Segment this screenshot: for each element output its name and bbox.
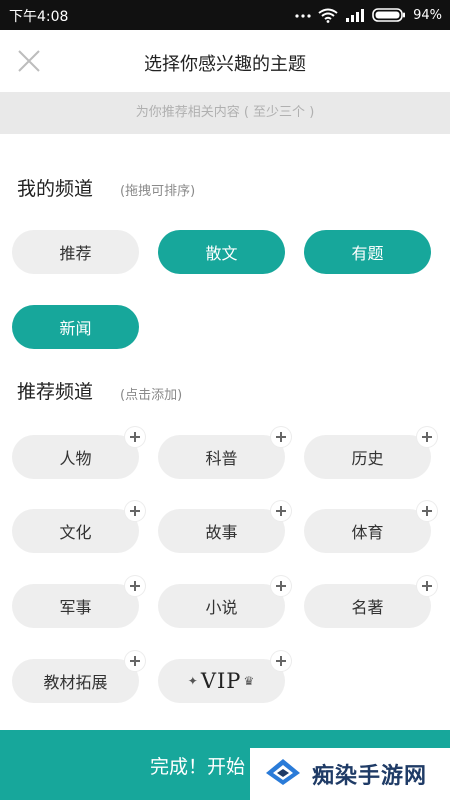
rec-channel-culture[interactable]: 文化 [12, 501, 145, 553]
chip-label: 故事 [205, 523, 238, 542]
chip-label: 文化 [59, 523, 92, 542]
my-channels-title: 我的频道 [17, 178, 94, 200]
rec-channel-military[interactable]: 军事 [12, 576, 145, 628]
status-time: 下午4:08 [9, 9, 69, 25]
signal-icon [345, 8, 365, 22]
watermark: 痴染手游网 [250, 748, 450, 800]
plus-icon[interactable] [125, 427, 145, 447]
plus-icon[interactable] [271, 576, 291, 596]
plus-icon[interactable] [417, 501, 437, 521]
rec-channel-textbook[interactable]: 教材拓展 [12, 651, 145, 703]
plus-icon[interactable] [125, 501, 145, 521]
done-start-label: 完成！开始 [150, 756, 246, 778]
chip-label: 历史 [351, 449, 384, 468]
wifi-icon [318, 8, 338, 23]
vip-logo: ✦ VIP ♛ [188, 669, 255, 693]
chip-label: 军事 [59, 598, 92, 617]
status-bar: 下午4:08 94% [0, 0, 450, 30]
plus-icon[interactable] [125, 651, 145, 671]
chip-label: 散文 [205, 244, 238, 263]
my-channels-hint: (拖拽可排序) [120, 184, 196, 199]
battery-percent: 94% [413, 7, 442, 23]
plus-icon[interactable] [125, 576, 145, 596]
chip-label: 体育 [351, 523, 384, 542]
chip-label: 有题 [351, 244, 384, 263]
chip-label: 教材拓展 [43, 673, 108, 692]
crown-icon: ♛ [243, 674, 256, 688]
chip-label: 科普 [205, 449, 238, 468]
plus-icon[interactable] [271, 501, 291, 521]
page-title: 选择你感兴趣的主题 [144, 54, 306, 75]
rec-channel-science[interactable]: 科普 [158, 427, 291, 479]
chip-label: 人物 [59, 449, 92, 468]
my-channel-essay[interactable]: 散文 [158, 230, 285, 274]
plus-icon[interactable] [271, 427, 291, 447]
recommended-channels-title: 推荐频道 [17, 381, 94, 403]
rec-channel-classics[interactable]: 名著 [304, 576, 437, 628]
sparkle-icon: ✦ [187, 674, 199, 688]
rec-channel-history[interactable]: 历史 [304, 427, 437, 479]
rec-channel-vip[interactable]: ✦ VIP ♛ [158, 651, 291, 703]
chip-label: VIP [200, 669, 242, 693]
my-channel-recommend[interactable]: 推荐 [12, 230, 139, 274]
plus-icon[interactable] [417, 576, 437, 596]
battery-icon [372, 8, 406, 22]
chip-label: 小说 [205, 598, 238, 617]
status-icons: 94% [295, 5, 442, 25]
rec-channel-sports[interactable]: 体育 [304, 501, 437, 553]
subtitle-hint: 为你推荐相关内容 ( 至少三个 ) [0, 92, 450, 134]
dots-icon [295, 12, 311, 18]
watermark-logo-icon [262, 755, 304, 793]
rec-channel-novel[interactable]: 小说 [158, 576, 291, 628]
rec-channel-people[interactable]: 人物 [12, 427, 145, 479]
chip-label: 推荐 [59, 244, 92, 263]
chip-label: 新闻 [59, 319, 92, 338]
watermark-text: 痴染手游网 [312, 764, 428, 789]
my-channel-topics[interactable]: 有题 [304, 230, 431, 274]
chip-label: 名著 [351, 598, 384, 617]
recommended-channels-hint: (点击添加) [120, 388, 183, 403]
plus-icon[interactable] [271, 651, 291, 671]
plus-icon[interactable] [417, 427, 437, 447]
rec-channel-story[interactable]: 故事 [158, 501, 291, 553]
header: 选择你感兴趣的主题 [0, 30, 450, 92]
my-channel-news[interactable]: 新闻 [12, 305, 139, 349]
